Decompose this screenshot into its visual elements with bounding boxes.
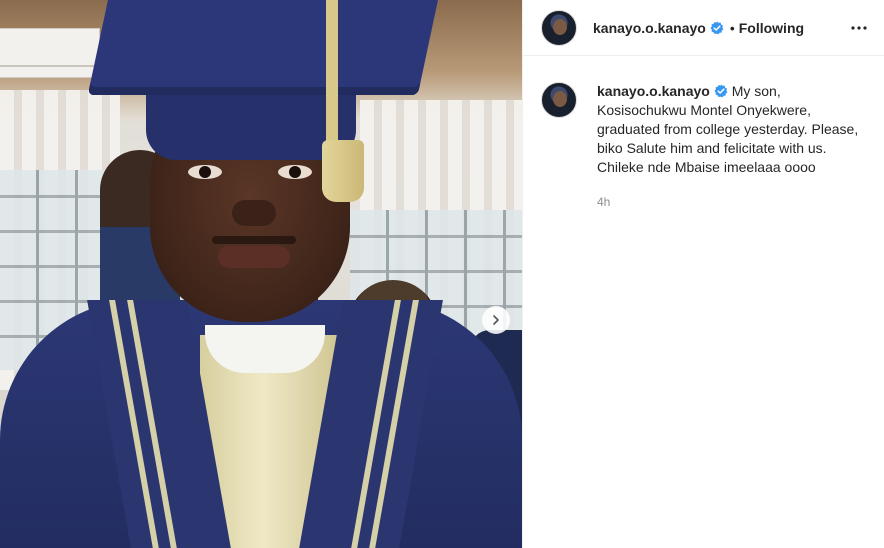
- mouth: [218, 246, 290, 268]
- following-button[interactable]: Following: [739, 20, 804, 36]
- post-timestamp[interactable]: 4h: [597, 193, 868, 212]
- shirt-collar: [205, 325, 325, 373]
- more-options-icon: [851, 25, 867, 30]
- caption-avatar[interactable]: [541, 82, 577, 118]
- post-header: kanayo.o.kanayo • Following: [523, 0, 884, 56]
- verified-badge-icon: [710, 21, 724, 35]
- right-eye: [278, 165, 312, 179]
- caption-username[interactable]: kanayo.o.kanayo: [597, 83, 710, 99]
- mortarboard: [87, 0, 443, 95]
- left-eye: [188, 165, 222, 179]
- nose: [232, 200, 276, 226]
- chevron-right-icon: [493, 315, 499, 325]
- avatar[interactable]: [541, 9, 577, 46]
- post-sidebar: kanayo.o.kanayo • Following kanayo.o.kan…: [522, 0, 884, 548]
- tassel-cord: [326, 0, 338, 150]
- moustache: [212, 236, 296, 244]
- caption-body: kanayo.o.kanayo My son, Kosisochukwu Mon…: [597, 82, 868, 212]
- verified-badge-icon: [714, 84, 728, 98]
- separator-dot: •: [729, 19, 735, 36]
- post-caption: kanayo.o.kanayo My son, Kosisochukwu Mon…: [523, 56, 884, 212]
- carousel-next-button[interactable]: [482, 306, 510, 334]
- header-username[interactable]: kanayo.o.kanayo: [593, 20, 706, 36]
- tassel: [322, 140, 364, 202]
- more-options-button[interactable]: [850, 19, 868, 37]
- air-conditioner: [0, 28, 100, 78]
- post-photo[interactable]: [0, 0, 522, 548]
